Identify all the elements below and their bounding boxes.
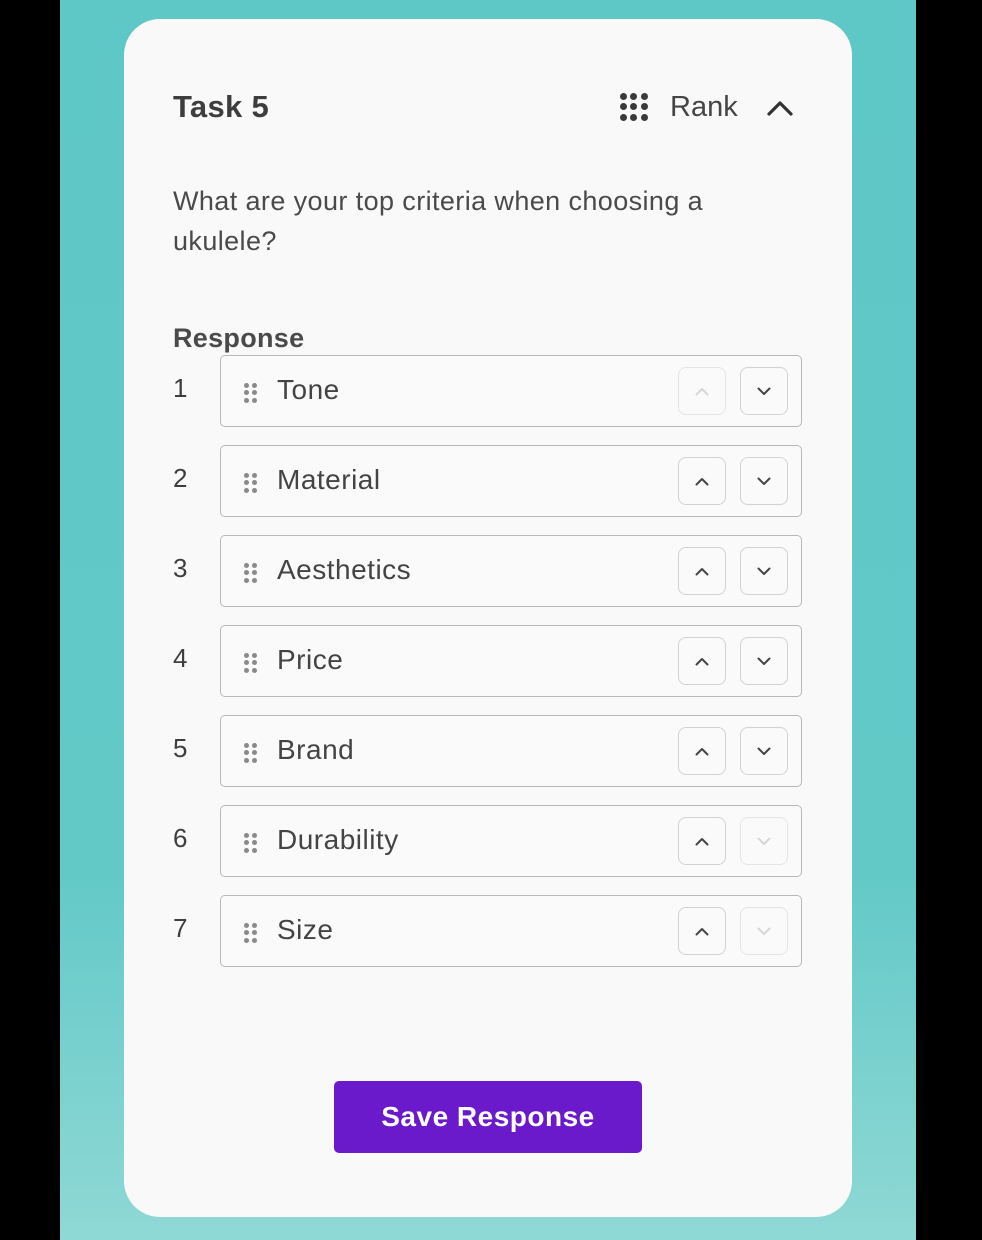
rank-number: 6	[173, 823, 188, 853]
chevron-up-icon	[695, 657, 709, 665]
move-down-button[interactable]	[740, 727, 788, 775]
collapse-button[interactable]	[764, 92, 796, 124]
rank-item-label: Tone	[277, 374, 340, 405]
rank-row: 7 Size	[173, 895, 805, 969]
rank-item-label: Aesthetics	[277, 554, 412, 585]
rank-item[interactable]: Size	[220, 895, 802, 967]
rank-item-label: Durability	[277, 824, 399, 855]
rank-item-label: Material	[277, 464, 381, 495]
move-down-button[interactable]	[740, 457, 788, 505]
move-up-button[interactable]	[678, 727, 726, 775]
grid-dots-icon	[620, 93, 648, 121]
rank-number: 3	[173, 553, 188, 583]
rank-row: 2 Material	[173, 445, 805, 519]
chevron-up-icon	[767, 101, 793, 116]
task-card: Task 5 Rank What are your top criteria w…	[124, 19, 852, 1217]
rank-number: 4	[173, 643, 188, 673]
chevron-down-icon	[757, 747, 771, 755]
move-up-button[interactable]	[678, 457, 726, 505]
move-down-button[interactable]	[740, 367, 788, 415]
drag-handle-icon[interactable]	[244, 743, 258, 763]
rank-row: 4 Price	[173, 625, 805, 699]
rank-item[interactable]: Brand	[220, 715, 802, 787]
rank-row: 3 Aesthetics	[173, 535, 805, 609]
rank-item-label: Size	[277, 914, 334, 945]
rank-item[interactable]: Durability	[220, 805, 802, 877]
chevron-up-icon	[695, 387, 709, 395]
rank-list: 1 Tone 2 Material 3 Aesthetics 4 Price 5 Brand 6 Du…	[173, 355, 805, 985]
drag-handle-icon[interactable]	[244, 473, 258, 493]
task-title: Task 5	[173, 89, 270, 124]
chevron-down-icon	[757, 837, 771, 845]
drag-handle-icon[interactable]	[244, 653, 258, 673]
chevron-up-icon	[695, 567, 709, 575]
drag-handle-icon[interactable]	[244, 563, 258, 583]
chevron-down-icon	[757, 387, 771, 395]
rank-item[interactable]: Tone	[220, 355, 802, 427]
move-down-button[interactable]	[740, 817, 788, 865]
drag-handle-icon[interactable]	[244, 833, 258, 853]
move-up-button[interactable]	[678, 907, 726, 955]
move-down-button[interactable]	[740, 637, 788, 685]
move-down-button[interactable]	[740, 547, 788, 595]
chevron-up-icon	[695, 477, 709, 485]
chevron-up-icon	[695, 747, 709, 755]
move-up-button[interactable]	[678, 817, 726, 865]
rank-number: 1	[173, 373, 188, 403]
rank-number: 2	[173, 463, 188, 493]
task-type-label: Rank	[670, 90, 738, 123]
move-down-button[interactable]	[740, 907, 788, 955]
chevron-down-icon	[757, 567, 771, 575]
rank-item[interactable]: Price	[220, 625, 802, 697]
drag-handle-icon[interactable]	[244, 923, 258, 943]
chevron-down-icon	[757, 657, 771, 665]
rank-number: 7	[173, 913, 188, 943]
rank-item[interactable]: Aesthetics	[220, 535, 802, 607]
rank-row: 5 Brand	[173, 715, 805, 789]
chevron-up-icon	[695, 927, 709, 935]
rank-row: 1 Tone	[173, 355, 805, 429]
save-response-button[interactable]: Save Response	[334, 1081, 642, 1153]
move-up-button[interactable]	[678, 367, 726, 415]
chevron-down-icon	[757, 477, 771, 485]
rank-number: 5	[173, 733, 188, 763]
move-up-button[interactable]	[678, 637, 726, 685]
move-up-button[interactable]	[678, 547, 726, 595]
rank-item[interactable]: Material	[220, 445, 802, 517]
task-type-indicator: Rank	[620, 89, 738, 125]
rank-item-label: Brand	[277, 734, 355, 765]
drag-handle-icon[interactable]	[244, 383, 258, 403]
task-question: What are your top criteria when choosing…	[173, 186, 704, 256]
chevron-up-icon	[695, 837, 709, 845]
chevron-down-icon	[757, 927, 771, 935]
response-label: Response	[173, 323, 305, 353]
rank-row: 6 Durability	[173, 805, 805, 879]
rank-item-label: Price	[277, 644, 344, 675]
